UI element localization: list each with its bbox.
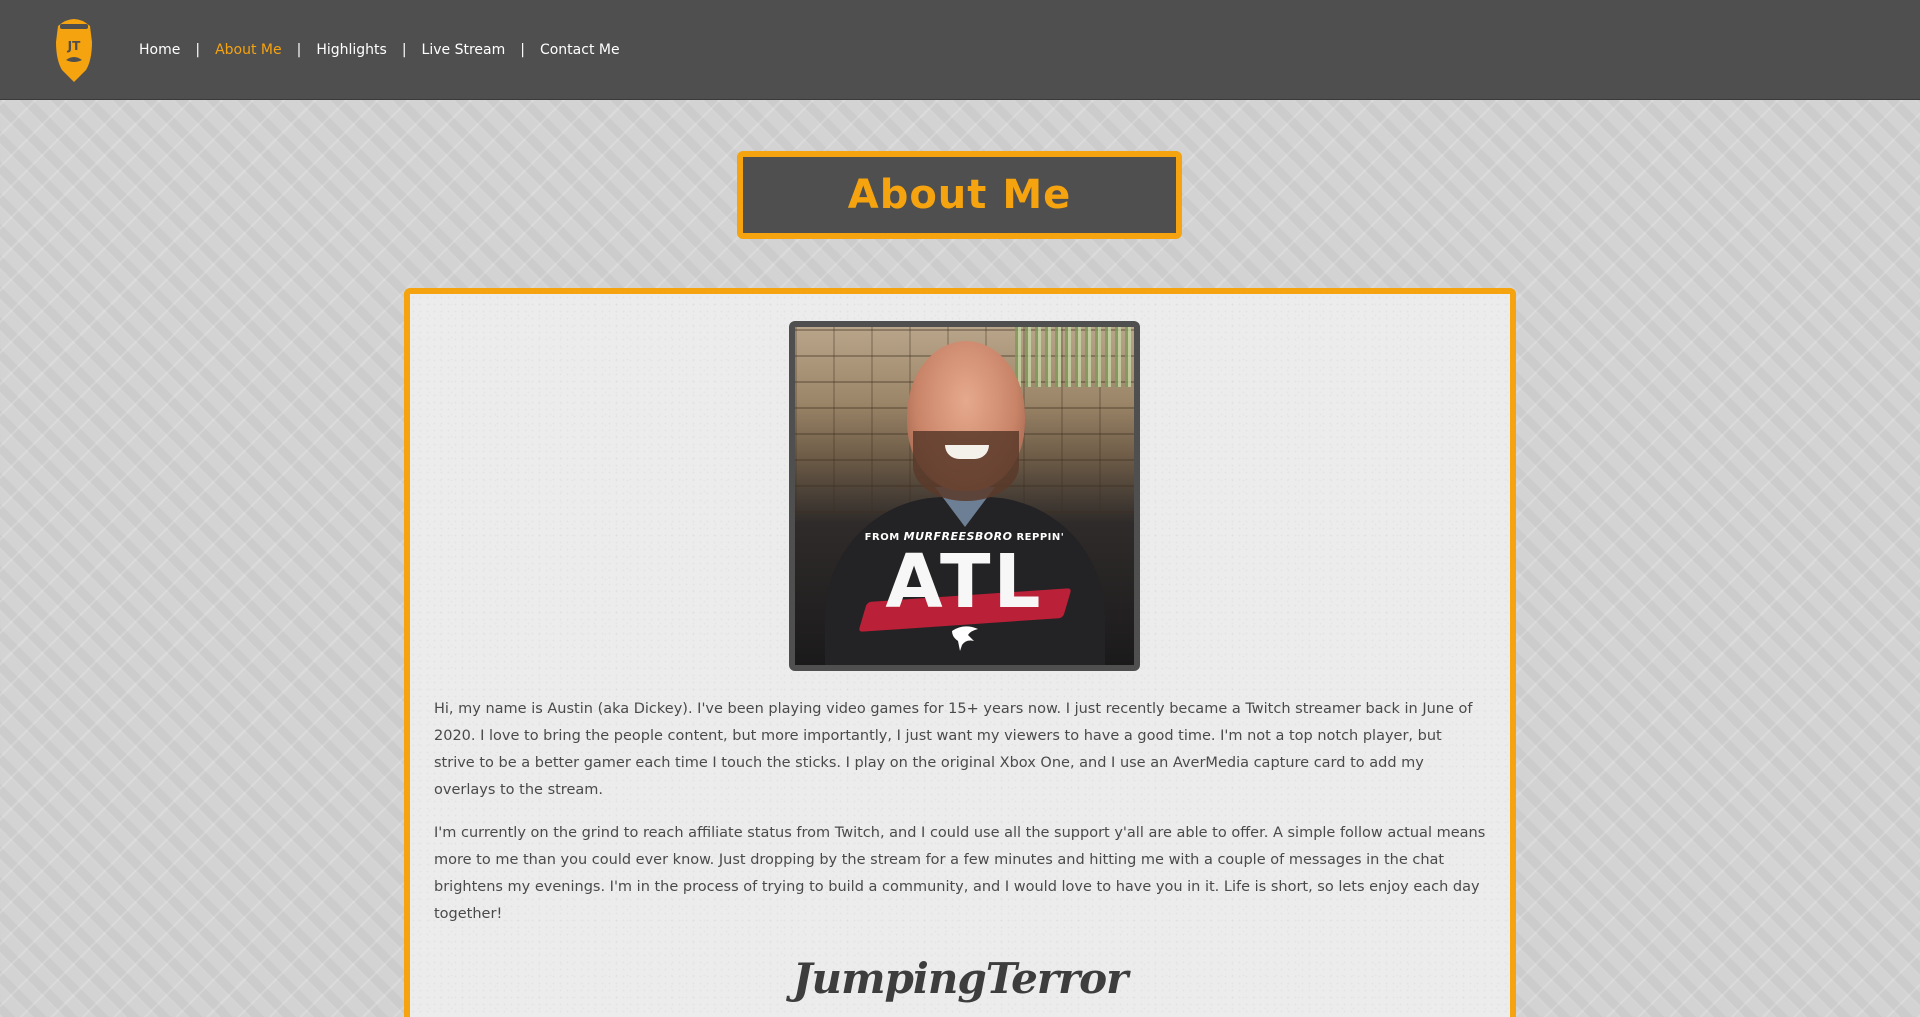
page-title-box: About Me <box>737 151 1182 239</box>
signature: JumpingTerror <box>792 954 1129 1003</box>
profile-photo-frame: FROM MURFREESBORO REPPIN' ATL <box>789 321 1140 671</box>
shirt-atl-text: ATL <box>885 539 1044 625</box>
top-navbar: JT Home | About Me | Highlights | Live S… <box>0 0 1920 100</box>
nav-separator: | <box>296 42 302 58</box>
nav-separator: | <box>195 42 201 58</box>
about-content-card: FROM MURFREESBORO REPPIN' ATL Hi, my nam… <box>404 288 1516 1017</box>
falcon-logo-icon <box>952 626 978 651</box>
nav-live-stream[interactable]: Live Stream <box>422 42 506 58</box>
nav-highlights[interactable]: Highlights <box>316 42 387 58</box>
nav-separator: | <box>520 42 525 58</box>
photo-beard <box>913 431 1019 501</box>
nav-home[interactable]: Home <box>139 42 180 58</box>
page-title: About Me <box>847 172 1072 218</box>
profile-photo: FROM MURFREESBORO REPPIN' ATL <box>795 327 1134 665</box>
nav-separator: | <box>401 42 407 58</box>
bio-paragraph-1: Hi, my name is Austin (aka Dickey). I've… <box>434 701 1473 798</box>
bio-paragraph-2: I'm currently on the grind to reach affi… <box>434 825 1486 922</box>
main-nav: Home | About Me | Highlights | Live Stre… <box>139 0 620 100</box>
nav-about-me[interactable]: About Me <box>215 42 282 58</box>
logo-text: JT <box>67 39 81 53</box>
bearded-face-logo-icon[interactable]: JT <box>52 16 96 84</box>
photo-plants <box>1015 327 1134 387</box>
nav-contact-me[interactable]: Contact Me <box>540 42 620 58</box>
